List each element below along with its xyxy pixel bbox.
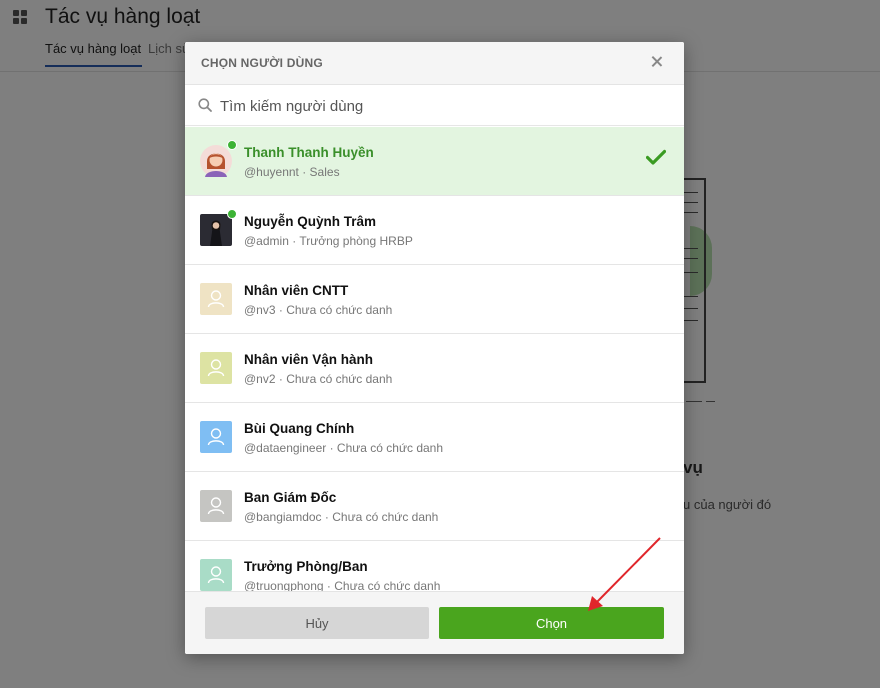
list-item-user[interactable]: Trưởng Phòng/Ban @truongphong · Chưa có …	[185, 541, 684, 591]
dialog-footer: Hủy Chọn	[185, 591, 684, 654]
online-status-dot	[227, 140, 237, 150]
dialog-title: CHỌN NGƯỜI DÙNG	[201, 56, 323, 70]
search-input[interactable]	[220, 94, 660, 118]
user-name: Bùi Quang Chính	[244, 421, 355, 436]
person-icon	[200, 283, 232, 315]
search-bar	[185, 85, 684, 126]
online-status-dot	[227, 209, 237, 219]
user-username-title: @nv2 · Chưa có chức danh	[244, 372, 393, 386]
list-item-user[interactable]: Ban Giám Đốc @bangiamdoc · Chưa có chức …	[185, 472, 684, 541]
user-username-title: @dataengineer · Chưa có chức danh	[244, 441, 444, 455]
list-item-user[interactable]: Bùi Quang Chính @dataengineer · Chưa có …	[185, 403, 684, 472]
user-name: Nhân viên CNTT	[244, 283, 349, 298]
user-username-title: @bangiamdoc · Chưa có chức danh	[244, 510, 439, 524]
woman-avatar-icon	[200, 145, 232, 177]
avatar	[200, 421, 232, 453]
avatar	[200, 209, 237, 246]
avatar	[200, 559, 232, 591]
list-item-user[interactable]: Thanh Thanh Huyền @huyennt · Sales	[185, 127, 684, 196]
user-name: Nhân viên Vận hành	[244, 352, 374, 367]
user-username-title: @huyennt · Sales	[244, 165, 340, 179]
person-icon	[200, 352, 232, 384]
user-name: Nguyễn Quỳnh Trâm	[244, 214, 377, 229]
avatar	[200, 283, 232, 315]
user-name: Ban Giám Đốc	[244, 490, 337, 505]
choose-button[interactable]: Chọn	[439, 607, 664, 639]
search-icon	[198, 98, 212, 112]
user-username-title: @truongphong · Chưa có chức danh	[244, 579, 441, 591]
person-icon	[200, 490, 232, 522]
user-name: Thanh Thanh Huyền	[244, 145, 374, 160]
list-item-user[interactable]: Nhân viên CNTT @nv3 · Chưa có chức danh	[185, 265, 684, 334]
list-item-user[interactable]: Nhân viên Vận hành @nv2 · Chưa có chức d…	[185, 334, 684, 403]
user-list[interactable]: Thanh Thanh Huyền @huyennt · Sales Nguyễ…	[185, 127, 684, 591]
avatar	[200, 490, 232, 522]
cancel-button[interactable]: Hủy	[205, 607, 429, 639]
close-icon[interactable]	[648, 53, 666, 71]
user-name: Trưởng Phòng/Ban	[244, 559, 368, 574]
dialog-header: CHỌN NGƯỜI DÙNG	[185, 42, 684, 85]
user-username-title: @admin · Trưởng phòng HRBP	[244, 234, 413, 248]
photo-avatar-icon	[200, 214, 232, 246]
user-username-title: @nv3 · Chưa có chức danh	[244, 303, 393, 317]
list-item-user[interactable]: Nguyễn Quỳnh Trâm @admin · Trưởng phòng …	[185, 196, 684, 265]
avatar	[200, 140, 237, 177]
person-icon	[200, 421, 232, 453]
select-user-dialog: CHỌN NGƯỜI DÙNG Tìm kiếm người dùng Than…	[185, 42, 684, 654]
person-icon	[200, 559, 232, 591]
check-icon	[646, 149, 666, 165]
avatar	[200, 352, 232, 384]
